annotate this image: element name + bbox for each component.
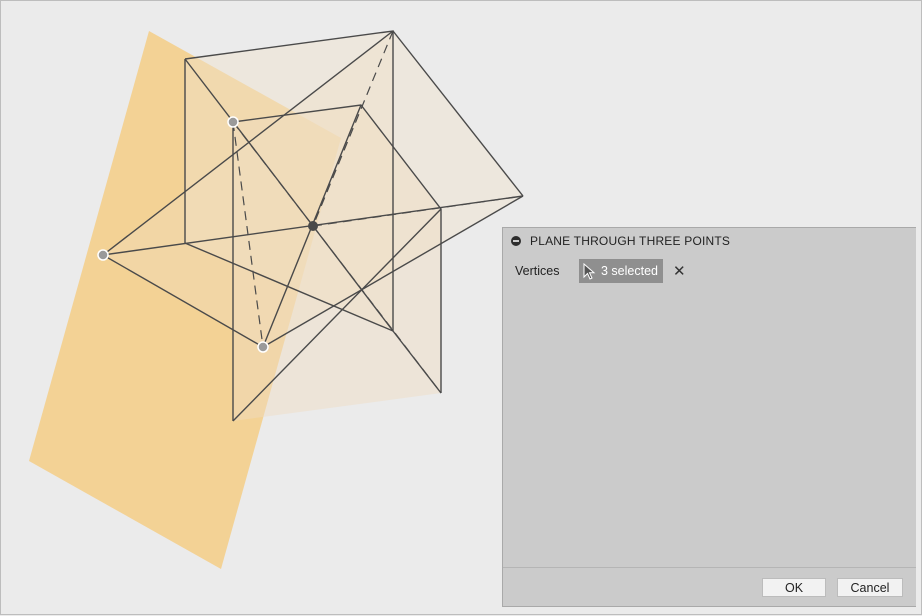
vertices-label: Vertices bbox=[515, 264, 560, 278]
dialog-title: PLANE THROUGH THREE POINTS bbox=[530, 234, 731, 248]
dialog-footer: OK Cancel bbox=[503, 567, 916, 606]
cancel-button[interactable]: Cancel bbox=[837, 578, 903, 597]
selected-vertex-1[interactable] bbox=[227, 116, 239, 128]
selection-count: 3 selected bbox=[601, 264, 658, 278]
dialog-body bbox=[503, 288, 916, 568]
vertices-selection-button[interactable]: 3 selected bbox=[579, 259, 663, 283]
cursor-arrow-icon bbox=[583, 262, 596, 280]
canvas-viewport[interactable]: PLANE THROUGH THREE POINTS Vertices 3 se… bbox=[0, 0, 922, 615]
collapse-icon[interactable] bbox=[511, 236, 521, 246]
selected-vertex-2[interactable] bbox=[97, 249, 109, 261]
vertices-row: Vertices 3 selected ✕ bbox=[503, 258, 916, 284]
close-icon[interactable]: ✕ bbox=[673, 264, 686, 279]
plane-through-three-points-dialog: PLANE THROUGH THREE POINTS Vertices 3 se… bbox=[502, 227, 916, 607]
selected-vertex-3[interactable] bbox=[257, 341, 269, 353]
dialog-header: PLANE THROUGH THREE POINTS bbox=[503, 228, 916, 254]
ok-button[interactable]: OK bbox=[762, 578, 826, 597]
center-point[interactable] bbox=[308, 221, 318, 231]
